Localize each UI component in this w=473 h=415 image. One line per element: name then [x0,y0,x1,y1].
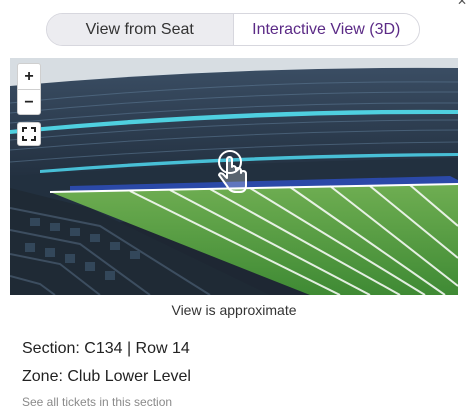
fullscreen-icon [22,127,36,141]
fullscreen-button[interactable] [17,122,41,146]
tab-view-from-seat[interactable]: View from Seat [47,14,233,45]
see-all-tickets-link[interactable]: See all tickets in this section [22,395,172,409]
view-toggle: View from Seat Interactive View (3D) [46,13,420,46]
zoom-controls: + − [17,63,41,115]
zone-text: Zone: Club Lower Level [22,368,191,385]
zoom-in-button[interactable]: + [18,64,40,90]
close-icon[interactable]: ✕ [457,0,467,8]
tab-interactive-view-3d[interactable]: Interactive View (3D) [232,14,419,45]
zoom-out-button[interactable]: − [18,90,40,115]
hand-drag-icon [218,150,247,193]
section-row-text: Section: C134 | Row 14 [22,340,190,357]
view-caption: View is approximate [171,302,297,318]
